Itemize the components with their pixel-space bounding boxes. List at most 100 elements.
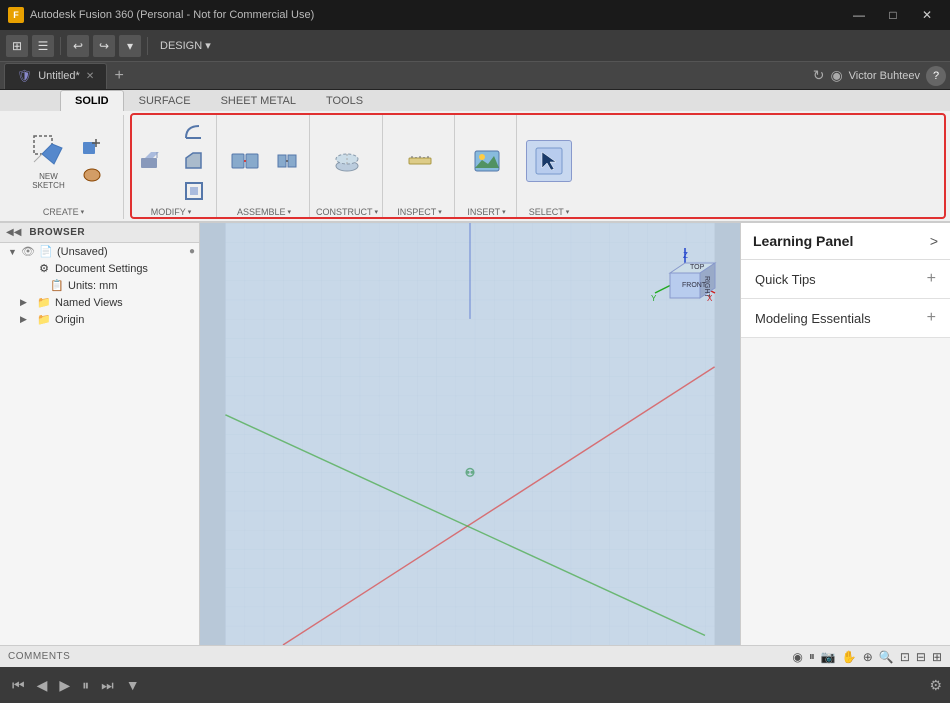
nav-divider-2 <box>147 37 148 55</box>
origin-label: Origin <box>55 314 195 326</box>
tree-arrow-unsaved: ▼ <box>8 247 18 257</box>
create-group-label[interactable]: CREATE ▾ <box>43 205 84 217</box>
minimize-button[interactable]: — <box>844 5 874 25</box>
add-tab-button[interactable]: + <box>107 64 131 88</box>
visibility-icon[interactable]: 👁 <box>21 245 35 258</box>
timeline-end-button[interactable]: ⏭ <box>97 675 118 696</box>
comments-label: COMMENTS <box>8 651 70 662</box>
user-name: Victor Buhteev <box>849 70 920 82</box>
sync-icon[interactable]: ◉ <box>830 67 842 84</box>
new-sketch-button[interactable]: NEWSKETCH <box>22 128 76 194</box>
joint-button[interactable] <box>223 141 267 181</box>
tree-item-origin[interactable]: ▶ 📁 Origin <box>0 311 199 328</box>
offset-plane-button[interactable] <box>325 141 369 181</box>
select-tool-button[interactable] <box>526 140 572 182</box>
grid-view-icon[interactable]: ⊟ <box>916 650 926 664</box>
ribbon-content: NEWSKETCH <box>0 111 950 221</box>
tab-close-button[interactable]: ✕ <box>86 71 94 82</box>
shell-button[interactable] <box>176 177 212 205</box>
collapse-icon[interactable]: ◀◀ <box>6 227 21 238</box>
construct-group: CONSTRUCT ▾ <box>312 115 383 219</box>
modify-group-label[interactable]: MODIFY ▾ <box>151 205 192 217</box>
inspect-group: INSPECT ▾ <box>385 115 455 219</box>
pan-icon[interactable]: ✋ <box>842 650 857 664</box>
fit-icon[interactable]: ⊡ <box>900 650 910 664</box>
tab-solid[interactable]: SOLID <box>60 90 124 111</box>
chamfer-icon <box>183 150 205 172</box>
chamfer-button[interactable] <box>176 147 212 175</box>
press-pull-button[interactable] <box>130 141 174 181</box>
history-icon[interactable]: ▾ <box>119 35 141 57</box>
select-tool-icon <box>533 145 565 177</box>
main-content: ◀◀ BROWSER ▼ 👁 📄 (Unsaved) ● ▶ ⚙ Documen… <box>0 223 950 645</box>
create-form-icon <box>81 164 103 186</box>
assemble-group-label[interactable]: ASSEMBLE ▾ <box>237 205 291 217</box>
design-menu-button[interactable]: DESIGN ▾ <box>154 34 217 58</box>
insert-image-button[interactable] <box>465 141 509 181</box>
timeline-filter-icon[interactable]: ▼ <box>126 677 140 693</box>
ribbon-tabs: SOLID SURFACE SHEET METAL TOOLS <box>0 90 950 111</box>
ribbon: SOLID SURFACE SHEET METAL TOOLS <box>0 90 950 223</box>
refresh-icon[interactable]: ↻ <box>813 67 825 84</box>
assemble-group: ASSEMBLE ▾ <box>219 115 310 219</box>
screenshot-icon[interactable]: 📷 <box>821 650 836 664</box>
display-icon[interactable]: ⊞ <box>932 650 942 664</box>
quick-tips-label: Quick Tips <box>755 272 816 287</box>
construct-group-label[interactable]: CONSTRUCT ▾ <box>316 205 378 217</box>
fillet-button[interactable] <box>176 117 212 145</box>
timeline: ⏮ ◀ ▶ ⏸ ⏭ ▼ ⚙ <box>0 667 950 703</box>
menu-icon[interactable]: ☰ <box>32 35 54 57</box>
user-button[interactable]: Victor Buhteev <box>849 70 920 82</box>
maximize-button[interactable]: □ <box>878 5 908 25</box>
modeling-essentials-section[interactable]: Modeling Essentials + <box>741 299 950 338</box>
measure-button[interactable] <box>398 141 442 181</box>
view-cube[interactable]: FRONT TOP RIGHT X Y Z <box>650 243 720 313</box>
grid-icon[interactable]: ⊞ <box>6 35 28 57</box>
modeling-essentials-plus-icon[interactable]: + <box>927 309 936 327</box>
timeline-pause-button[interactable]: ⏸ <box>78 675 93 696</box>
document-tab[interactable]: 🛡 Untitled* ✕ <box>4 63 107 89</box>
browser-header[interactable]: ◀◀ BROWSER <box>0 223 199 243</box>
insert-group-label[interactable]: INSERT ▾ <box>467 205 505 217</box>
timeline-settings-icon[interactable]: ⚙ <box>929 677 942 694</box>
quick-tips-plus-icon[interactable]: + <box>927 270 936 288</box>
new-component-button[interactable] <box>78 134 106 160</box>
modify-buttons <box>130 117 212 205</box>
tree-item-units[interactable]: ▶ 📋 Units: mm <box>0 277 199 294</box>
orbit-icon[interactable]: ◉ <box>792 650 802 664</box>
quick-tips-section[interactable]: Quick Tips + <box>741 260 950 299</box>
undo-icon[interactable]: ↩ <box>67 35 89 57</box>
tree-item-doc-settings[interactable]: ▶ ⚙ Document Settings <box>0 260 199 277</box>
tree-item-named-views[interactable]: ▶ 📁 Named Views <box>0 294 199 311</box>
pause-icon[interactable]: ⏸ <box>809 649 815 664</box>
offset-plane-icon <box>331 145 363 177</box>
help-button[interactable]: ? <box>926 66 946 86</box>
select-group: SELECT ▾ <box>519 115 579 219</box>
timeline-prev-button[interactable]: ◀ <box>33 675 52 696</box>
redo-icon[interactable]: ↪ <box>93 35 115 57</box>
document-icon: 📄 <box>38 245 54 258</box>
modeling-essentials-label: Modeling Essentials <box>755 311 871 326</box>
rigid-group-button[interactable] <box>269 147 305 175</box>
tab-surface[interactable]: SURFACE <box>124 90 206 111</box>
unsaved-settings-icon[interactable]: ● <box>189 246 195 257</box>
close-button[interactable]: ✕ <box>912 5 942 25</box>
status-tools: ◉ ⏸ 📷 ✋ ⊕ 🔍 ⊡ ⊟ ⊞ <box>792 649 942 664</box>
insert-group: INSERT ▾ <box>457 115 517 219</box>
units-icon: 📋 <box>49 279 65 292</box>
timeline-play-button[interactable]: ▶ <box>55 675 74 696</box>
create-form-button[interactable] <box>78 162 106 188</box>
inspect-group-label[interactable]: INSPECT ▾ <box>397 205 442 217</box>
tree-arrow-named-views: ▶ <box>20 297 30 308</box>
viewport[interactable]: FRONT TOP RIGHT X Y Z <box>200 223 740 645</box>
select-group-label[interactable]: SELECT ▾ <box>529 205 570 217</box>
assemble-buttons <box>223 117 305 205</box>
zoom-icon[interactable]: ⊕ <box>863 650 873 664</box>
tab-sheet-metal[interactable]: SHEET METAL <box>206 90 311 111</box>
timeline-start-button[interactable]: ⏮ <box>8 675 29 696</box>
learning-expand-icon[interactable]: > <box>930 233 938 249</box>
zoom-tool-icon[interactable]: 🔍 <box>879 650 894 664</box>
tree-item-unsaved[interactable]: ▼ 👁 📄 (Unsaved) ● <box>0 243 199 260</box>
tab-bar: 🛡 Untitled* ✕ + ↻ ◉ Victor Buhteev ? <box>0 62 950 90</box>
tab-tools[interactable]: TOOLS <box>311 90 378 111</box>
